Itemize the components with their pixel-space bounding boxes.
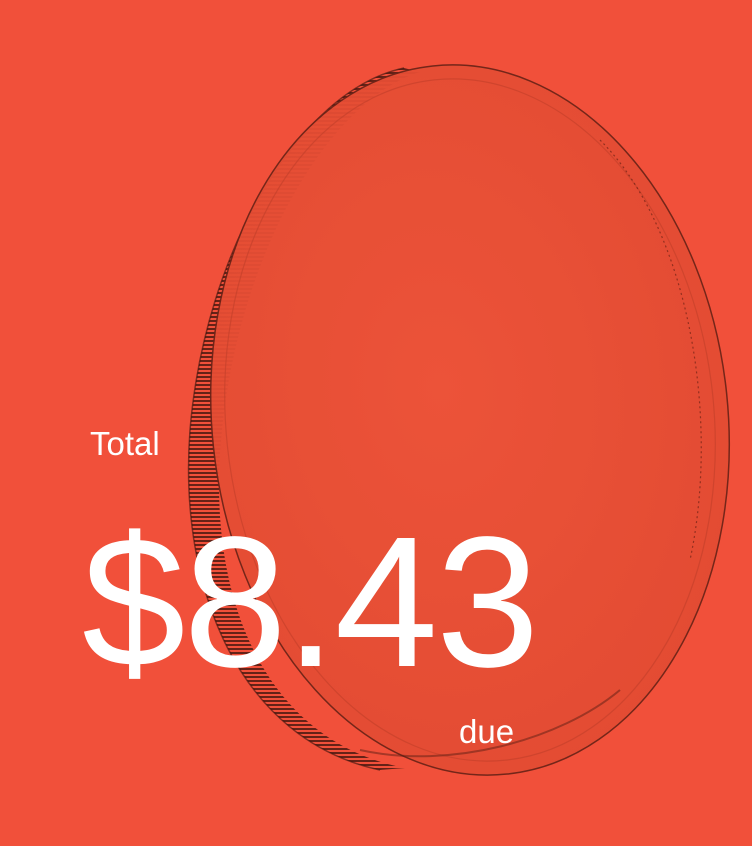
due-label: due	[459, 713, 515, 750]
payment-summary-screen: Total $8.43 due	[0, 0, 752, 846]
total-label: Total	[90, 425, 160, 462]
amount-due-value: $8.43	[82, 499, 539, 706]
coin-icon	[187, 64, 731, 776]
